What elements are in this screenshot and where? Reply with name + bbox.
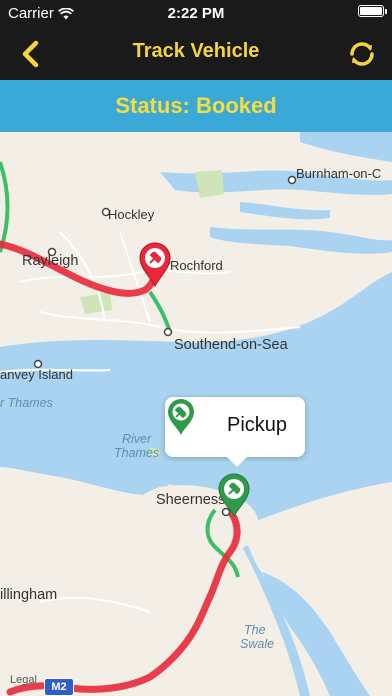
vehicle-pin-icon: [139, 242, 171, 288]
pickup-pin-icon: [218, 473, 250, 518]
place-label-rochford: Rochford: [170, 258, 223, 273]
navigation-bar: Track Vehicle: [0, 28, 392, 80]
place-label-rayleigh: Rayleigh: [22, 253, 79, 269]
motorway-badge-label: M2: [51, 681, 67, 693]
vehicle-marker[interactable]: [137, 240, 173, 288]
place-label-canvey: anvey Island: [0, 367, 73, 382]
battery-icon: [358, 5, 387, 17]
pickup-callout[interactable]: Pickup: [165, 397, 305, 467]
place-label-southend: Southend-on-Sea: [174, 337, 288, 353]
pickup-pin-icon: [168, 399, 194, 435]
page-title: Track Vehicle: [132, 40, 260, 62]
place-label-thames: Thames: [114, 446, 160, 460]
place-label-the: The: [244, 623, 266, 637]
pickup-callout-label: Pickup: [227, 414, 288, 436]
booking-status-banner: Status: Booked: [0, 80, 392, 132]
motorway-badge: M2: [44, 678, 74, 696]
pickup-marker[interactable]: [216, 472, 252, 518]
place-label-r-thames: r Thames: [0, 396, 53, 410]
refresh-icon: [350, 42, 374, 66]
refresh-button[interactable]: [344, 36, 380, 72]
place-label-swale: Swale: [240, 637, 275, 651]
status-bar: Carrier 2:22 PM: [0, 0, 392, 28]
status-bar-time: 2:22 PM: [167, 5, 225, 22]
status-bar-right: [358, 5, 387, 17]
map-view[interactable]: Burnham-on-C Hockley Rayleigh Rochford S…: [0, 132, 392, 696]
map-legal-link[interactable]: Legal: [10, 674, 37, 686]
place-label-gillingham: illingham: [0, 587, 58, 603]
place-label-hockley: Hockley: [108, 207, 155, 222]
place-label-burnham: Burnham-on-C: [296, 166, 382, 181]
place-label-river: River: [122, 432, 152, 446]
battery-level: [360, 7, 382, 15]
place-label-sheerness: Sheerness: [156, 492, 226, 508]
